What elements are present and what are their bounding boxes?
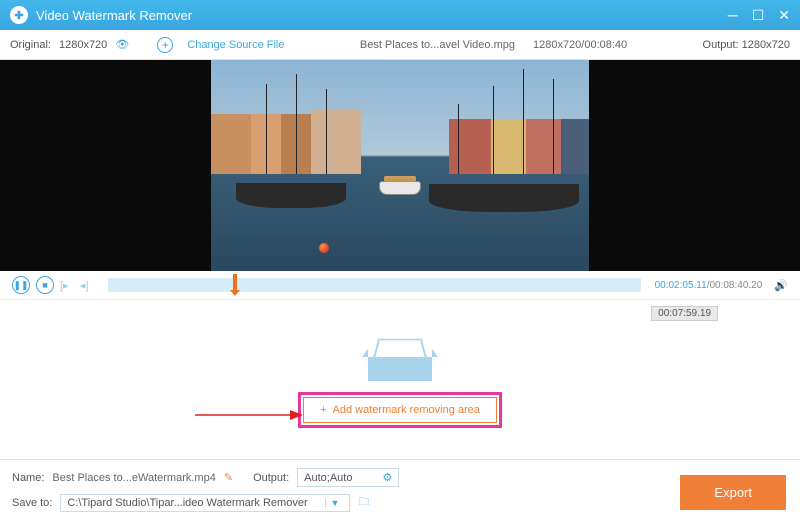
annotation-arrow-icon xyxy=(195,405,305,425)
watermark-drop-area: 00:07:59.19 + Add watermark removing are… xyxy=(0,299,800,459)
total-time: /00:08:40.20 xyxy=(707,280,763,291)
titlebar: ✚ Video Watermark Remover ─ ☐ ✕ xyxy=(0,0,800,30)
add-source-icon[interactable]: + xyxy=(157,37,173,53)
output-settings-icon[interactable]: ⚙ xyxy=(382,471,392,484)
original-resolution: 1280x720 xyxy=(59,39,107,51)
saveto-path-select[interactable]: C:\Tipard Studio\Tipar...ideo Watermark … xyxy=(60,494,350,512)
original-label: Original: xyxy=(10,39,51,51)
preview-toggle-icon[interactable]: 👁 xyxy=(115,38,129,51)
current-time: 00:02:05.11 xyxy=(655,280,707,291)
volume-icon[interactable]: 🔊 xyxy=(774,279,788,292)
video-frame xyxy=(211,60,589,271)
file-resolution-duration: 1280x720/00:08:40 xyxy=(533,39,627,51)
mark-out-button[interactable]: ◂] xyxy=(80,279,94,292)
saveto-label: Save to: xyxy=(12,497,52,509)
output-label: Output: xyxy=(703,39,739,51)
maximize-button[interactable]: ☐ xyxy=(752,7,765,24)
stop-button[interactable]: ■ xyxy=(36,276,54,294)
output-resolution: 1280x720 xyxy=(742,39,790,51)
app-title: Video Watermark Remover xyxy=(36,8,192,23)
app-logo-icon: ✚ xyxy=(10,6,28,24)
toolbar: Original: 1280x720 👁 + Change Source Fil… xyxy=(0,30,800,60)
playback-controls: ❚❚ ■ [▸ ◂] 00:02:05.11 /00:08:40.20 🔊 xyxy=(0,271,800,299)
add-watermark-label: Add watermark removing area xyxy=(333,404,480,416)
timeline-scrubber[interactable] xyxy=(108,278,641,292)
name-value: Best Places to...eWatermark.mp4 xyxy=(52,472,215,484)
saveto-dropdown-icon[interactable]: ▼ xyxy=(325,498,343,508)
edit-name-icon[interactable]: ✎ xyxy=(224,471,233,484)
current-filename: Best Places to...avel Video.mpg xyxy=(360,39,515,51)
playhead-marker[interactable] xyxy=(230,274,240,284)
output-format-select[interactable]: Auto;Auto ⚙ xyxy=(297,468,399,487)
change-source-button[interactable]: Change Source File xyxy=(187,39,284,51)
plus-icon: + xyxy=(320,404,326,416)
name-label: Name: xyxy=(12,472,44,484)
output-format-label: Output: xyxy=(253,472,289,484)
add-watermark-area-button[interactable]: + Add watermark removing area xyxy=(303,397,497,423)
output-format-value: Auto;Auto xyxy=(304,472,352,484)
inbox-icon xyxy=(368,337,432,381)
mark-in-button[interactable]: [▸ xyxy=(60,279,74,292)
close-button[interactable]: ✕ xyxy=(778,7,790,24)
video-preview[interactable] xyxy=(0,60,800,271)
pause-button[interactable]: ❚❚ xyxy=(12,276,30,294)
timestamp-badge: 00:07:59.19 xyxy=(651,306,718,321)
saveto-value: C:\Tipard Studio\Tipar...ideo Watermark … xyxy=(67,497,307,509)
minimize-button[interactable]: ─ xyxy=(728,7,738,24)
export-button[interactable]: Export xyxy=(680,475,786,510)
open-folder-icon[interactable]: 🗀 xyxy=(358,493,369,512)
